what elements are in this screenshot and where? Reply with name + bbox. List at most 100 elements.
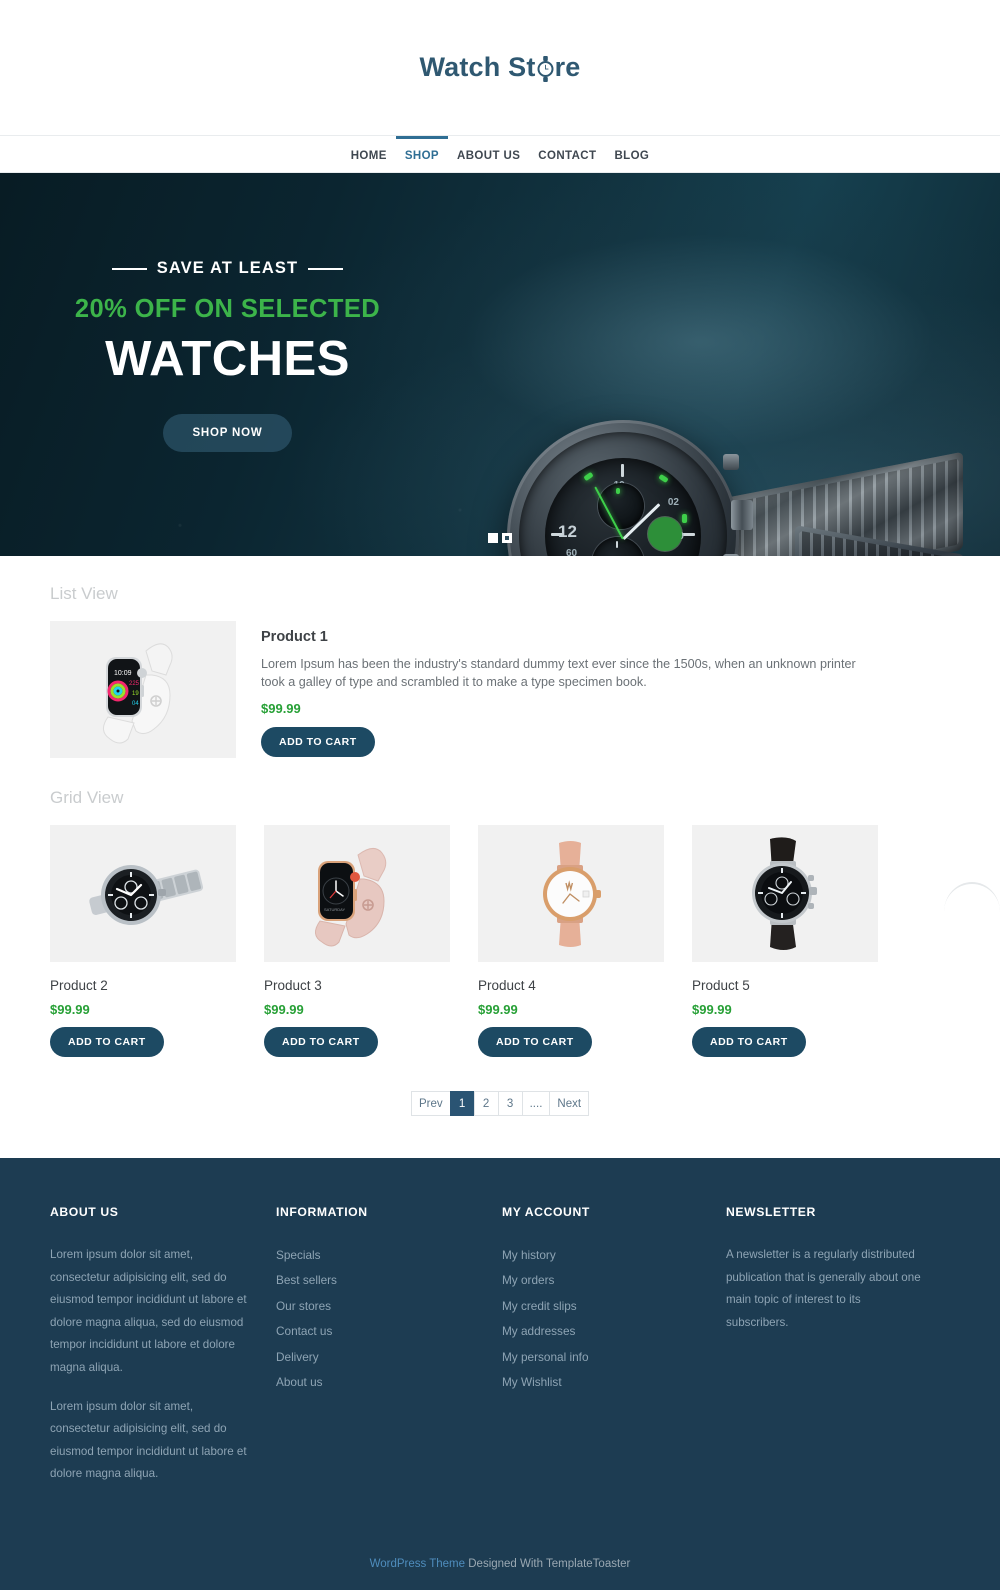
main-navigation: HOME SHOP ABOUT US CONTACT BLOG [0, 135, 1000, 173]
wordpress-theme-link[interactable]: WordPress Theme [370, 1558, 465, 1570]
logo-text-first: Watch St [419, 52, 536, 82]
product-5-image[interactable] [692, 825, 878, 962]
product-3-image[interactable]: SATURDAY [264, 825, 450, 962]
product-4-add-to-cart-button[interactable]: ADD TO CART [478, 1027, 592, 1057]
footer-newsletter-title: NEWSLETTER [725, 1205, 816, 1219]
product-4-image[interactable] [478, 825, 664, 962]
footer-link-delivery[interactable]: Delivery [276, 1346, 476, 1368]
pagination-ellipsis[interactable]: .... [521, 1091, 550, 1116]
svg-text:225: 225 [129, 681, 140, 687]
product-5-price: $99.99 [692, 1002, 732, 1017]
watch-pusher-top [723, 454, 739, 470]
product-1-price: $99.99 [261, 700, 301, 716]
svg-text:04: 04 [132, 701, 139, 707]
product-2-price: $99.99 [50, 1002, 90, 1017]
site-header: Watch St re [0, 0, 1000, 136]
product-5-title: Product 5 [692, 978, 750, 993]
grid-view-products: Product 2 $99.99 ADD TO CART SATURDAY Pr… [50, 825, 950, 1057]
footer-link-our-stores[interactable]: Our stores [276, 1295, 476, 1317]
nav-item-shop[interactable]: SHOP [395, 135, 449, 173]
footer-link-my-orders[interactable]: My orders [502, 1269, 700, 1291]
product-4-price: $99.99 [478, 1002, 518, 1017]
pagination-page-1[interactable]: 1 [449, 1091, 474, 1116]
footer-link-specials[interactable]: Specials [276, 1244, 476, 1266]
product-4-title: Product 4 [478, 978, 536, 993]
product-card: Product 2 $99.99 ADD TO CART [50, 825, 236, 1057]
watch-crown [731, 500, 753, 530]
product-1-title: Product 1 [261, 629, 328, 645]
product-3-price: $99.99 [264, 1002, 304, 1017]
product-3-title: Product 3 [264, 978, 322, 993]
watch-pusher-bottom [723, 554, 739, 556]
carousel-dot-1[interactable] [488, 533, 498, 543]
silver-chronograph-illustration [63, 838, 223, 949]
nav-item-about-us[interactable]: ABOUT US [448, 136, 529, 173]
rose-gold-watch-illustration [511, 834, 631, 953]
carousel-dot-2[interactable] [502, 533, 512, 543]
shop-now-button[interactable]: SHOP NOW [163, 413, 292, 452]
product-2-image[interactable] [50, 825, 236, 962]
hero-banner: 12 60 02 30 40 10 [0, 173, 1000, 556]
footer-link-my-addresses[interactable]: My addresses [502, 1320, 700, 1342]
footer-copyright-bar: WordPress Theme Designed With TemplateTo… [50, 1536, 950, 1590]
pagination-page-3[interactable]: 3 [497, 1091, 522, 1116]
footer-column-about-us: ABOUT US Lorem ipsum dolor sit amet, con… [50, 1205, 276, 1486]
product-3-add-to-cart-button[interactable]: ADD TO CART [264, 1027, 378, 1057]
footer-column-information: INFORMATION Specials Best sellers Our st… [276, 1205, 502, 1486]
footer-link-my-credit-slips[interactable]: My credit slips [502, 1295, 700, 1317]
product-card: Product 5 $99.99 ADD TO CART [692, 825, 878, 1057]
footer-link-my-history[interactable]: My history [502, 1244, 700, 1266]
hero-carousel-indicators [0, 533, 1000, 543]
grid-view-heading: Grid View [50, 788, 124, 807]
pagination-page-2[interactable]: 2 [473, 1091, 498, 1116]
footer-link-best-sellers[interactable]: Best sellers [276, 1269, 476, 1291]
footer-credit-text: Designed With TemplateToaster [465, 1557, 631, 1570]
list-view-product: 10:09 225 19 04 Product 1 Lorem Ipsum ha… [50, 621, 950, 758]
footer-column-newsletter: NEWSLETTER A newsletter is a regularly d… [726, 1205, 950, 1486]
svg-text:10:09: 10:09 [114, 670, 132, 677]
hero-watch-illustration: 12 60 02 30 40 10 [495, 388, 965, 556]
pagination-prev-button[interactable]: Prev [410, 1091, 450, 1116]
product-1-info: Product 1 Lorem Ipsum has been the indus… [261, 621, 950, 758]
product-card: SATURDAY Product 3 $99.99 ADD TO CART [264, 825, 450, 1057]
hero-kicker-text: SAVE AT LEAST [156, 259, 299, 278]
footer-newsletter-text: A newsletter is a regularly distributed … [725, 1248, 921, 1329]
nav-item-blog[interactable]: BLOG [605, 136, 658, 173]
product-2-add-to-cart-button[interactable]: ADD TO CART [50, 1027, 164, 1057]
products-section: List View 10:09 225 19 04 Product 1 Lore… [0, 556, 1000, 1158]
footer-columns: ABOUT US Lorem ipsum dolor sit amet, con… [50, 1205, 950, 1486]
pagination: Prev 1 2 3 .... Next [50, 1091, 950, 1116]
product-1-add-to-cart-button[interactable]: ADD TO CART [261, 726, 375, 757]
footer-about-paragraph-1: Lorem ipsum dolor sit amet, consectetur … [50, 1248, 247, 1374]
footer-link-contact-us[interactable]: Contact us [276, 1320, 476, 1342]
product-card: Product 4 $99.99 ADD TO CART [478, 825, 664, 1057]
list-view-heading: List View [50, 584, 118, 603]
footer-about-paragraph-2: Lorem ipsum dolor sit amet, consectetur … [50, 1399, 247, 1481]
footer-about-title: ABOUT US [50, 1205, 119, 1219]
hero-kicker: SAVE AT LEAST [111, 259, 344, 278]
footer-link-about-us[interactable]: About us [276, 1371, 476, 1393]
nav-item-home[interactable]: HOME [342, 136, 396, 173]
svg-text:SATURDAY: SATURDAY [324, 907, 346, 912]
site-logo[interactable]: Watch St re [419, 52, 580, 83]
footer-link-my-personal-info[interactable]: My personal info [502, 1346, 700, 1368]
nav-item-contact[interactable]: CONTACT [529, 136, 605, 173]
kicker-dash-left [111, 267, 147, 270]
svg-text:19: 19 [132, 691, 139, 697]
kicker-dash-right [308, 267, 344, 270]
product-1-image[interactable]: 10:09 225 19 04 [50, 621, 236, 758]
footer-information-title: INFORMATION [275, 1205, 368, 1219]
black-chronograph-illustration [720, 832, 850, 955]
page-root: Watch St re HOME SHOP ABOUT US CONTACT BL… [0, 0, 1000, 1590]
footer-my-account-title: MY ACCOUNT [501, 1205, 590, 1219]
hero-title: WATCHES [105, 332, 350, 387]
site-footer: ABOUT US Lorem ipsum dolor sit amet, con… [0, 1158, 1000, 1590]
product-5-add-to-cart-button[interactable]: ADD TO CART [692, 1027, 806, 1057]
pagination-next-button[interactable]: Next [549, 1091, 590, 1116]
footer-link-my-wishlist[interactable]: My Wishlist [502, 1371, 700, 1393]
footer-column-my-account: MY ACCOUNT My history My orders My credi… [502, 1205, 726, 1486]
wristwatch-icon [537, 55, 554, 82]
pink-apple-watch-illustration: SATURDAY [282, 834, 432, 953]
white-apple-watch-illustration: 10:09 225 19 04 [68, 628, 218, 751]
product-2-title: Product 2 [50, 978, 108, 993]
